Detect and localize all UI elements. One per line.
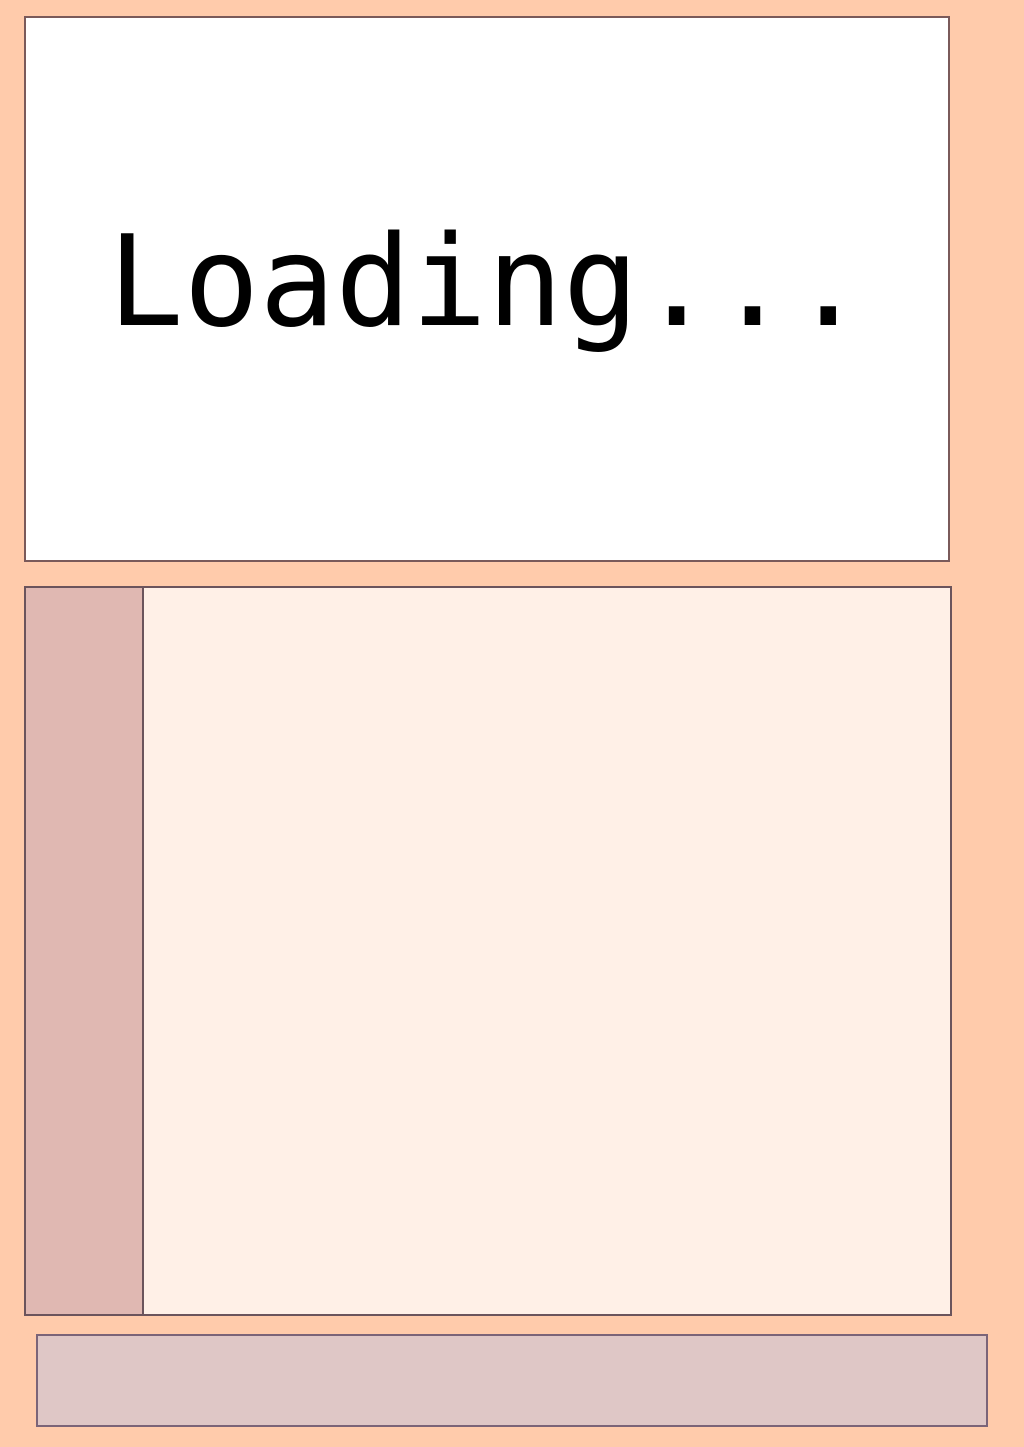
bottom-bar xyxy=(36,1334,988,1427)
content-panel xyxy=(24,586,952,1316)
loading-panel: Loading... xyxy=(24,16,950,562)
side-strip xyxy=(26,588,144,1314)
loading-text: Loading... xyxy=(107,208,867,355)
